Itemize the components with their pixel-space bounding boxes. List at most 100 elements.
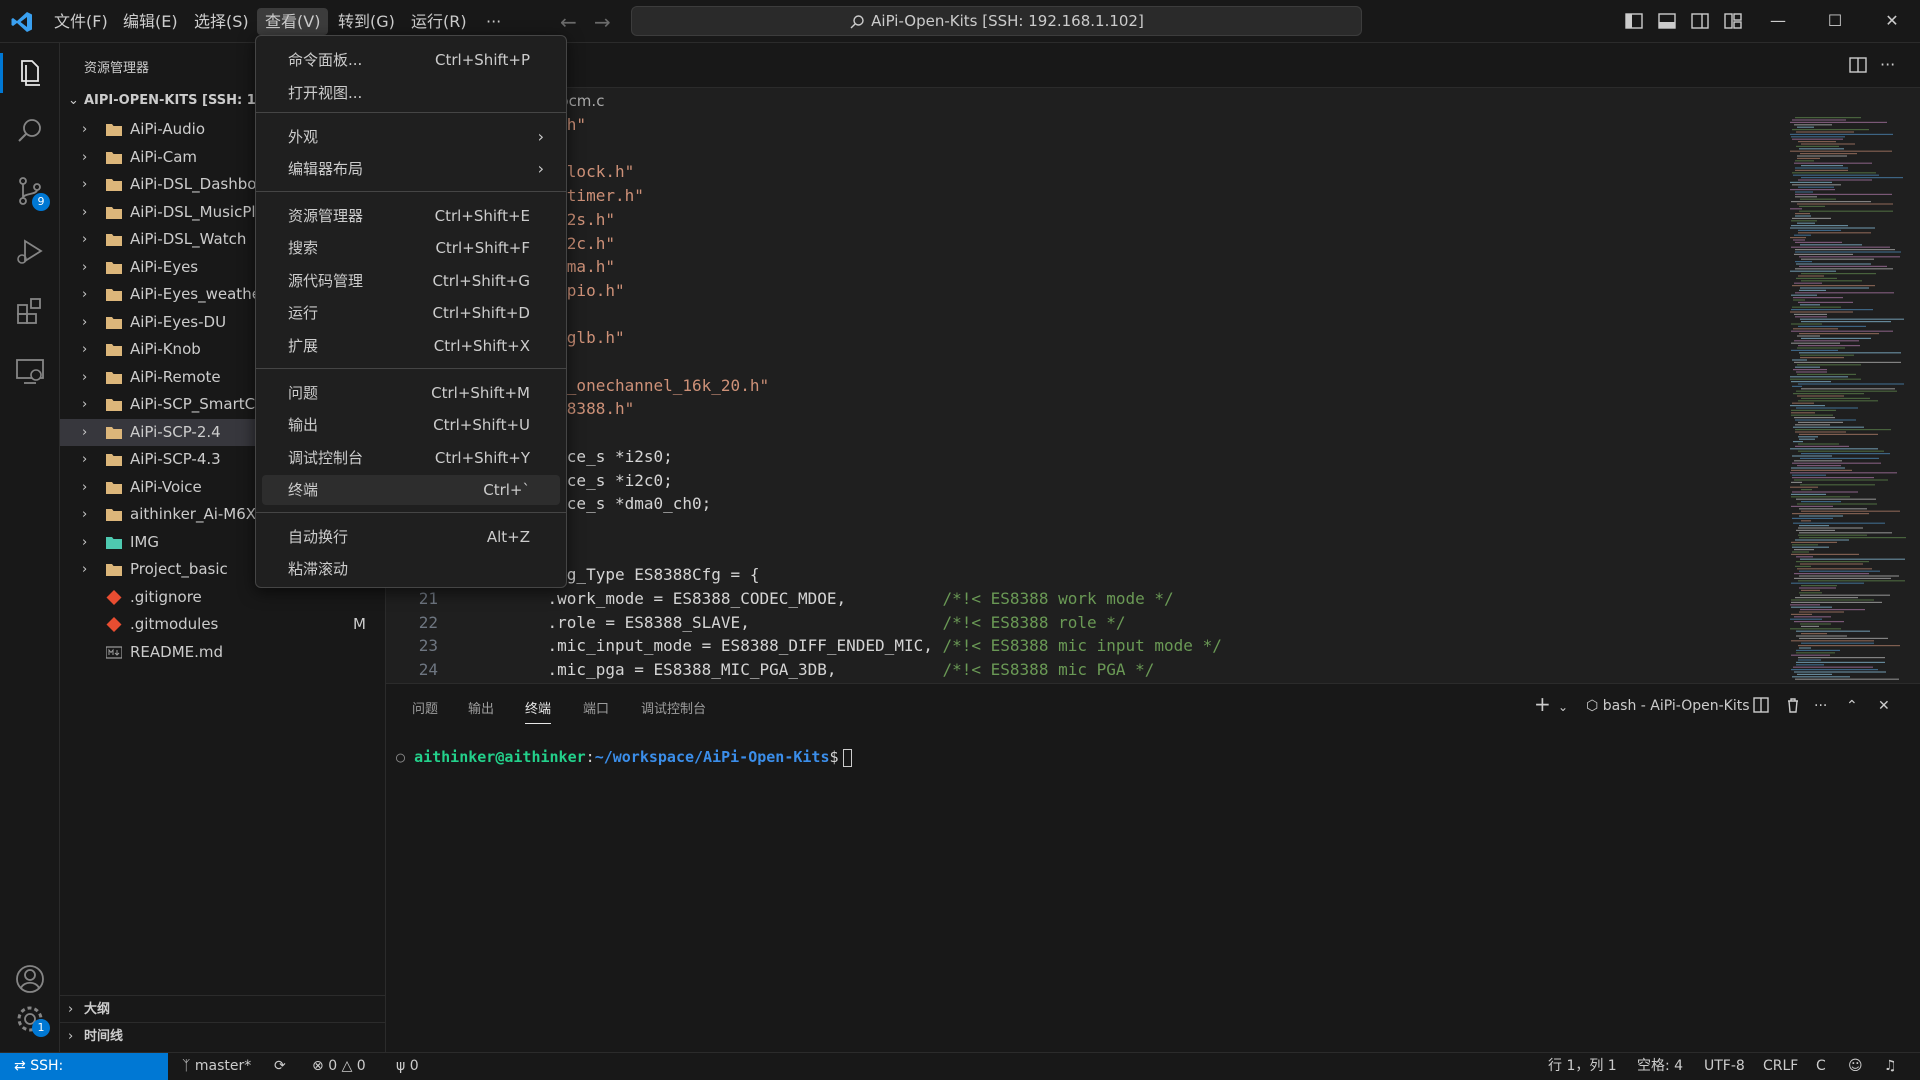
feedback-icon[interactable]: ☺ [1848,1053,1863,1080]
tree-item-label: AiPi-DSL_Watch [130,230,247,248]
menu-item-label: 输出 [288,416,319,434]
menu-item-shortcut: Ctrl+Shift+Y [434,449,530,467]
menu-selection[interactable]: 选择(S) [186,8,257,35]
command-center[interactable]: AiPi-Open-Kits [SSH: 192.168.1.102] [631,6,1362,36]
vscode-logo-icon[interactable] [10,10,34,34]
minimap-line [1798,325,1866,327]
minimap-line [1799,647,1811,649]
toggle-secondary-sidebar-icon[interactable] [1690,11,1710,31]
outline-section[interactable]: › 大纲 [60,995,385,1022]
notifications-bell-icon[interactable]: ♫ [1884,1053,1897,1080]
accounts-icon[interactable] [12,961,48,997]
code-editor[interactable]: board.h"bflb_clock.h"bflb_mtimer.h"bflb_… [386,113,1786,683]
minimap-line [1795,160,1814,162]
timeline-section[interactable]: › 时间线 [60,1022,385,1049]
menu-go[interactable]: 转到(G) [330,8,403,35]
ports-indicator[interactable]: ψ 0 [396,1053,419,1080]
forward-arrow-icon[interactable]: → [594,10,611,34]
chevron-right-icon: › [82,287,88,302]
minimap-line [1795,241,1842,243]
tree-item-label: AiPi-Eyes-DU [130,312,227,331]
menu-run[interactable]: 运行(R) [403,8,475,35]
remote-explorer-icon[interactable] [12,353,48,389]
minimap-line [1796,371,1827,373]
trash-icon[interactable] [1784,696,1802,714]
tab-terminal[interactable]: 终端 [525,698,552,724]
tab-debug-console[interactable]: 调试控制台 [641,698,706,717]
menu-item-3[interactable]: 编辑器布局 › [262,154,560,184]
run-debug-icon[interactable] [12,233,48,269]
new-terminal-icon[interactable]: + [1534,692,1551,716]
toggle-panel-icon[interactable] [1657,11,1677,31]
more-actions-icon[interactable]: ··· [1880,55,1900,75]
minimap-line [1790,448,1878,450]
split-terminal-icon[interactable] [1752,696,1770,714]
menu-item-0[interactable]: 命令面板... Ctrl+Shift+P [262,45,560,75]
menu-item-7[interactable]: 运行 Ctrl+Shift+D [262,298,560,328]
minimap-line [1791,467,1845,469]
menu-item-13[interactable]: 自动换行 Alt+Z [262,522,560,552]
menu-view[interactable]: 查看(V) [257,8,329,35]
tree-file[interactable]: .gitmodules M [60,611,385,638]
terminal-output[interactable]: ○ aithinker@aithinker:~/workspace/AiPi-O… [396,748,852,767]
minimap-line [1799,525,1829,527]
tree-item-label: AiPi-Eyes_weathe [130,285,261,303]
menu-edit[interactable]: 编辑(E) [115,8,186,35]
menu-item-1[interactable]: 打开视图... [262,78,560,108]
terminal-selector[interactable]: ⬡ bash - AiPi-Open-Kits [1586,698,1750,714]
language-mode[interactable]: C [1816,1053,1826,1080]
sync-icon[interactable]: ⟳ [274,1053,286,1080]
line-ending[interactable]: CRLF [1763,1053,1798,1080]
minimap-line [1792,217,1831,219]
menu-item-4[interactable]: 资源管理器 Ctrl+Shift+E [262,201,560,231]
explorer-icon[interactable] [12,55,48,91]
remote-indicator[interactable]: ⇄ SSH: 192.168.1.102 [0,1053,168,1080]
indentation[interactable]: 空格: 4 [1637,1053,1683,1080]
minimap-line [1801,321,1891,323]
menu-item-5[interactable]: 搜索 Ctrl+Shift+F [262,233,560,263]
menu-file[interactable]: 文件(F) [46,8,116,35]
tree-file[interactable]: README.md [60,639,385,666]
menu-item-10[interactable]: 输出 Ctrl+Shift+U [262,410,560,440]
menu-item-2[interactable]: 外观 › [262,122,560,152]
tab-problems[interactable]: 问题 [412,698,438,717]
menu-item-12[interactable]: 终端 Ctrl+` [262,475,560,505]
customize-layout-icon[interactable] [1723,11,1743,31]
tree-item-label: README.md [130,642,224,661]
more-actions-icon[interactable]: ··· [1814,698,1827,714]
menu-item-8[interactable]: 扩展 Ctrl+Shift+X [262,331,560,361]
tree-item-label: AiPi-SCP-4.3 [130,450,221,468]
menu-more[interactable]: ··· [478,8,509,35]
chevron-down-icon[interactable]: ⌄ [1558,700,1568,714]
extensions-icon[interactable] [12,293,48,329]
back-arrow-icon[interactable]: ← [560,10,577,34]
menu-item-9[interactable]: 问题 Ctrl+Shift+M [262,378,560,408]
minimap-line [1790,227,1875,229]
menu-item-shortcut: Ctrl+Shift+F [435,239,530,257]
menu-item-11[interactable]: 调试控制台 Ctrl+Shift+Y [262,443,560,473]
git-branch[interactable]: ᛉ master* [182,1053,251,1080]
minimap-line [1796,263,1871,265]
tab-ports[interactable]: 端口 [583,698,609,717]
tab-output[interactable]: 输出 [468,698,494,717]
maximize-panel-icon[interactable]: ⌃ [1846,698,1858,714]
close-icon[interactable]: ✕ [1872,8,1912,34]
minimap-line [1796,145,1839,147]
split-editor-icon[interactable] [1848,55,1868,75]
minimize-icon[interactable]: — [1758,8,1798,34]
maximize-icon[interactable]: ☐ [1815,8,1855,34]
line-number: 22 [418,612,438,632]
menu-item-6[interactable]: 源代码管理 Ctrl+Shift+G [262,266,560,296]
chevron-right-icon: › [537,159,544,178]
minimap[interactable] [1786,113,1906,683]
search-icon[interactable] [12,113,48,149]
toggle-primary-sidebar-icon[interactable] [1624,11,1644,31]
cursor-position[interactable]: 行 1，列 1 [1548,1053,1617,1080]
menu-item-14[interactable]: 粘滞滚动 [262,554,560,584]
minimap-line [1800,198,1836,200]
minimap-line [1791,330,1893,332]
chevron-right-icon: › [82,314,88,330]
encoding[interactable]: UTF-8 [1704,1053,1745,1080]
close-panel-icon[interactable]: ✕ [1878,698,1890,714]
problems-indicator[interactable]: ⊗ 0 △ 0 [312,1053,366,1080]
